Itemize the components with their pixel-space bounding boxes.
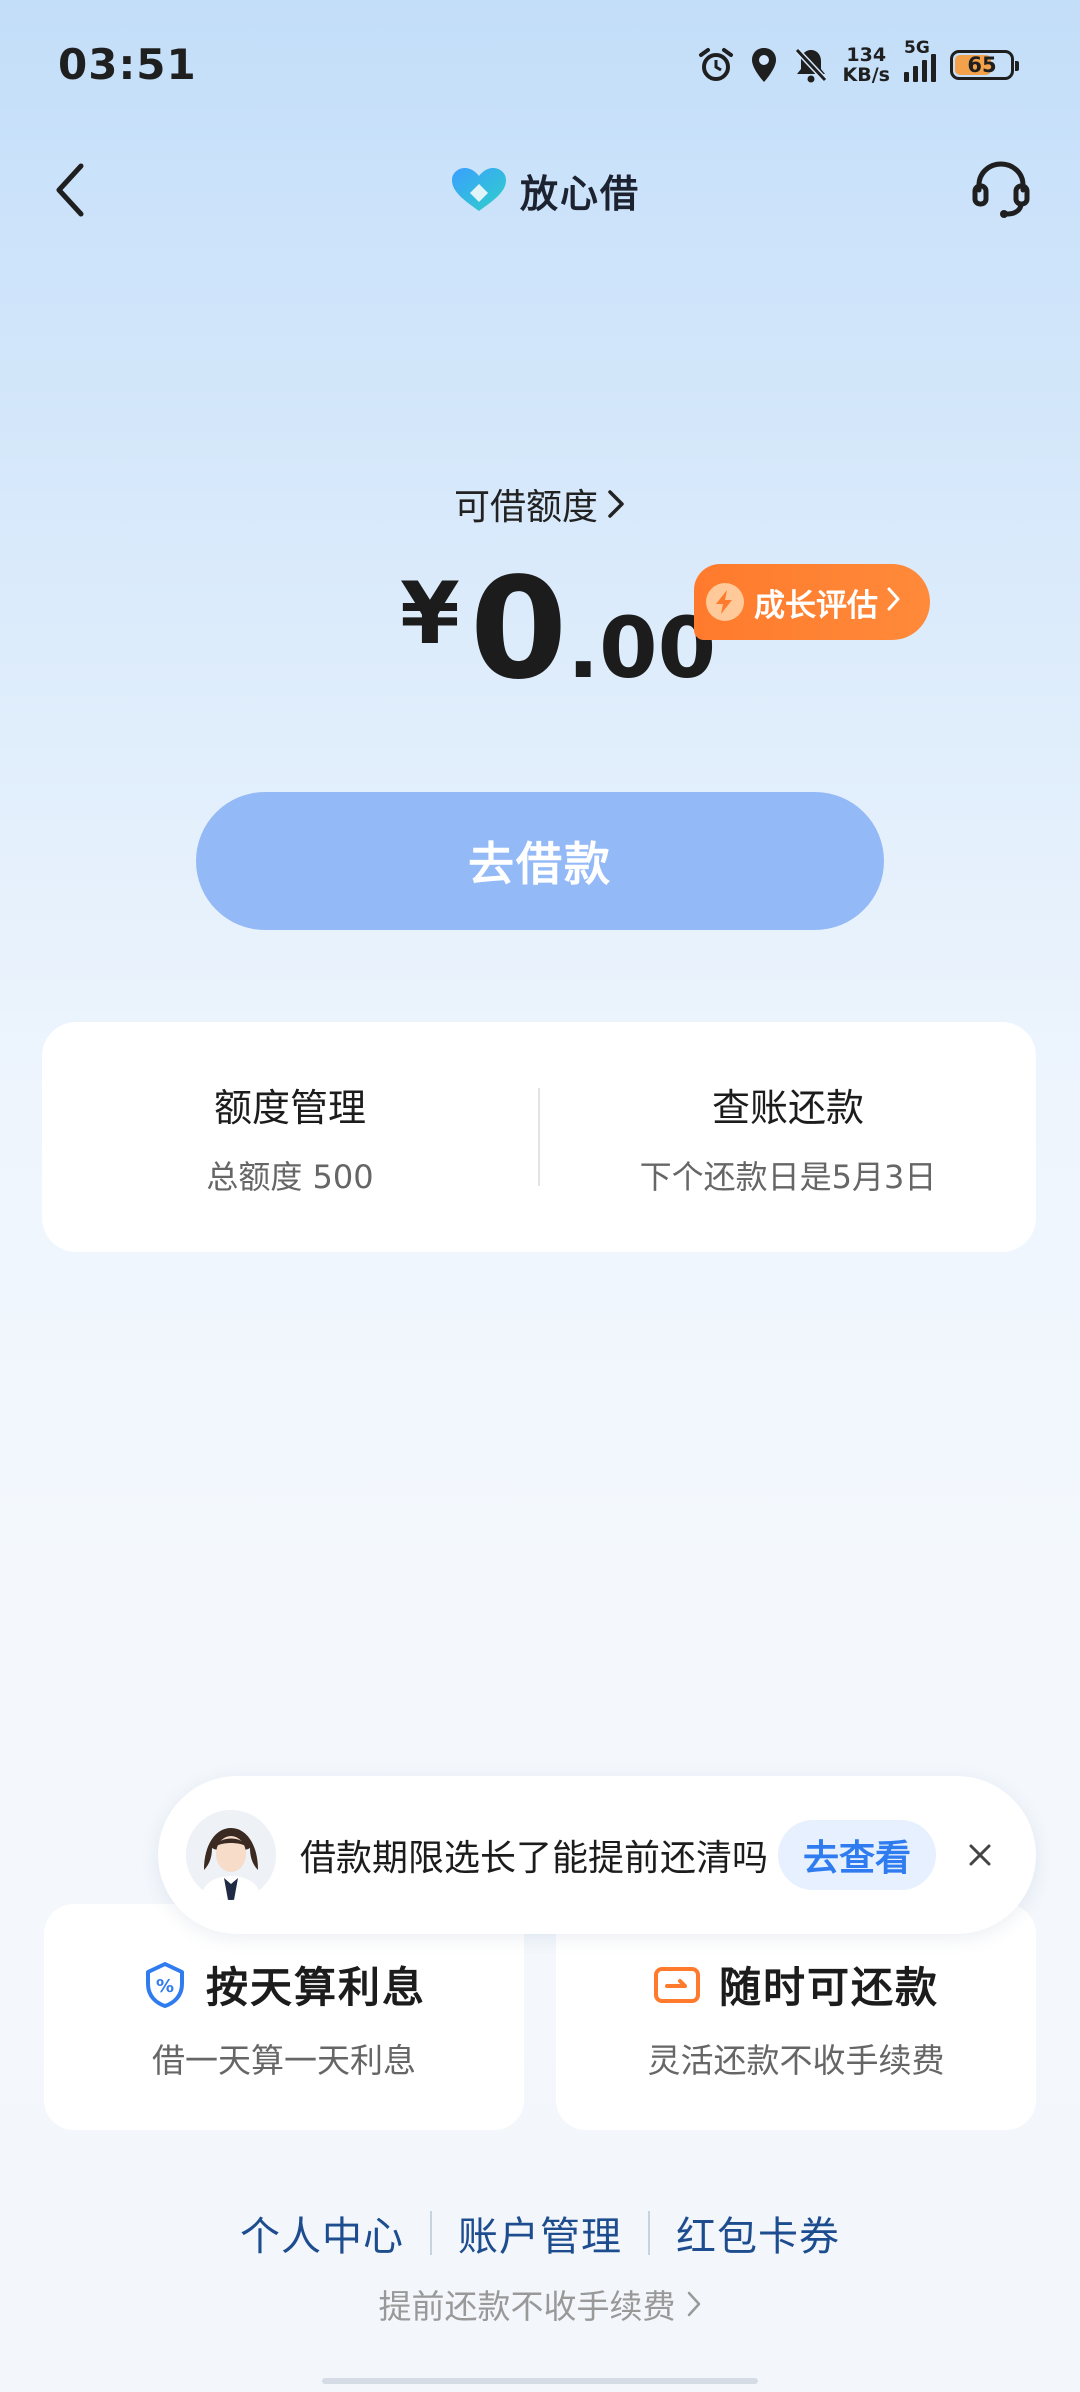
location-icon: [749, 46, 779, 84]
bottom-links: 个人中心 账户管理 红包卡券: [0, 2204, 1080, 2262]
feature-title: 随时可还款: [718, 1963, 939, 2012]
status-time: 03:51: [58, 40, 197, 89]
link-account-management[interactable]: 账户管理: [432, 2204, 648, 2262]
available-amount: ¥ 0 .00: [400, 560, 716, 700]
brand: 放心借: [450, 160, 640, 220]
status-bar: 03:51 134 KB/s 5G 65: [0, 0, 1080, 130]
svg-text:%: %: [156, 1976, 174, 1997]
chevron-right-icon: [687, 2291, 700, 2317]
assistant-avatar: [186, 1810, 276, 1900]
limit-management-subtitle: 总额度 500: [206, 1157, 374, 1196]
lightning-icon: [706, 583, 744, 621]
bill-repayment[interactable]: 查账还款 下个还款日是5月3日: [540, 1077, 1036, 1198]
account-card: 额度管理 总额度 500 查账还款 下个还款日是5月3日: [42, 1022, 1036, 1252]
growth-badge-label: 成长评估: [754, 587, 878, 624]
percent-shield-icon: %: [145, 1961, 184, 2008]
back-button[interactable]: [40, 160, 100, 220]
feature-title: 按天算利息: [205, 1963, 426, 2012]
customer-service-button[interactable]: [968, 156, 1034, 222]
home-indicator[interactable]: [322, 2378, 758, 2384]
growth-assessment-badge[interactable]: 成长评估: [694, 564, 930, 640]
chevron-right-icon: [886, 586, 900, 619]
quota-label: 可借额度: [453, 487, 598, 528]
toast-message: 借款期限选长了能提前还清吗: [300, 1838, 769, 1879]
borrow-button[interactable]: 去借款: [196, 792, 884, 930]
wallet-icon: [653, 1966, 700, 2003]
status-icons: 134 KB/s 5G 65: [697, 38, 1019, 90]
toast-view-button[interactable]: 去查看: [778, 1820, 937, 1890]
prepayment-notice: 提前还款不收手续费: [378, 2287, 676, 2326]
back-chevron-icon: [56, 163, 84, 217]
alarm-icon: [697, 46, 735, 84]
help-toast: 借款期限选长了能提前还清吗 去查看: [158, 1776, 1036, 1934]
currency-symbol: ¥: [400, 564, 460, 664]
bill-repayment-subtitle: 下个还款日是5月3日: [639, 1157, 937, 1196]
feature-card-daily-interest: % 按天算利息 借一天算一天利息: [44, 1904, 524, 2130]
bill-repayment-title: 查账还款: [711, 1085, 864, 1130]
heart-logo-icon: [452, 168, 506, 211]
feature-subtitle: 灵活还款不收手续费: [647, 2041, 945, 2080]
close-icon[interactable]: [960, 1835, 1000, 1875]
amount-integer: 0: [469, 548, 568, 711]
headset-icon: [972, 161, 1030, 218]
chevron-right-icon: [608, 490, 624, 518]
battery-icon: 65: [950, 50, 1019, 80]
bell-muted-icon: [793, 46, 829, 84]
prepayment-notice-link[interactable]: 提前还款不收手续费: [0, 2280, 1080, 2328]
link-personal-center[interactable]: 个人中心: [214, 2204, 430, 2262]
quota-label-link[interactable]: 可借额度: [0, 478, 1080, 530]
signal-icon: 5G: [904, 38, 936, 82]
link-coupons[interactable]: 红包卡券: [650, 2204, 866, 2262]
brand-name: 放心借: [520, 171, 641, 216]
feature-card-repay-anytime: 随时可还款 灵活还款不收手续费: [556, 1904, 1036, 2130]
feature-subtitle: 借一天算一天利息: [152, 2041, 416, 2080]
net-speed: 134 KB/s: [842, 44, 890, 86]
limit-management-title: 额度管理: [213, 1085, 366, 1130]
limit-management[interactable]: 额度管理 总额度 500: [42, 1077, 538, 1198]
